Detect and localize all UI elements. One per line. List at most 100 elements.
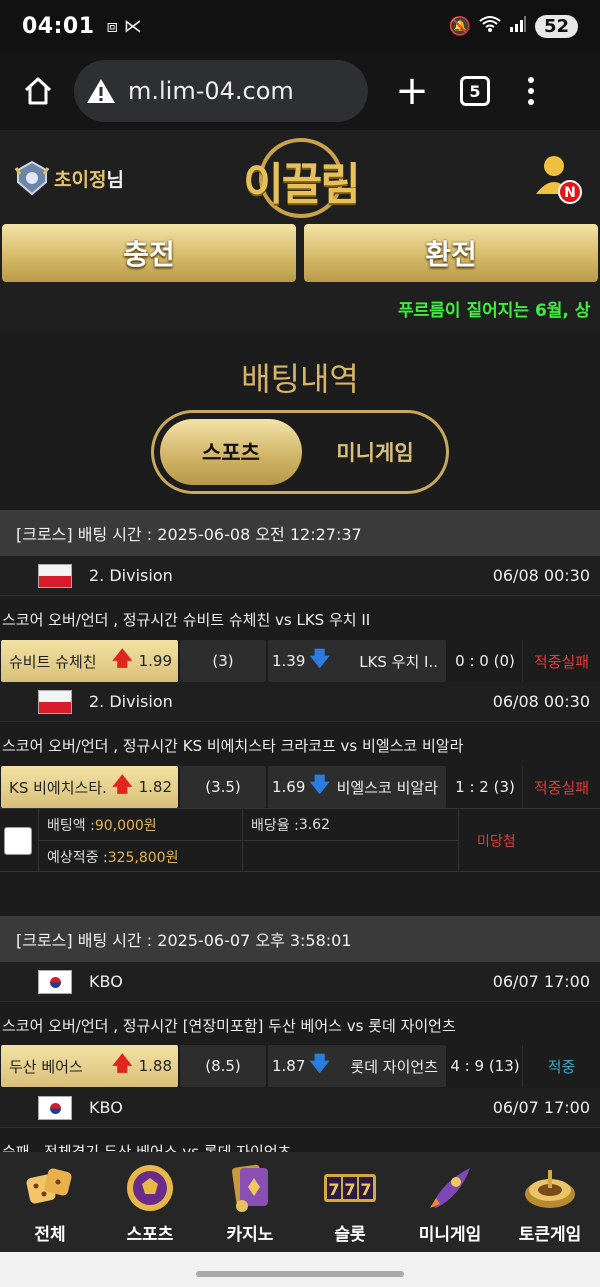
match-date: 06/08 00:30 xyxy=(492,692,590,711)
home-team: KS 비에치스타.. xyxy=(9,778,109,797)
away-odds-cell: 1.69 🡇 비엘스코 비알라 xyxy=(268,766,446,808)
exchange-button[interactable]: 환전 xyxy=(304,224,598,282)
url-text: m.lim-04.com xyxy=(128,77,294,105)
nav-sports[interactable]: 스포츠 xyxy=(100,1152,200,1252)
match-date: 06/08 00:30 xyxy=(492,566,590,585)
warning-icon xyxy=(87,79,115,103)
home-odds-cell: 두산 베어스 🡅 1.88 xyxy=(1,1045,178,1087)
wifi-icon xyxy=(479,15,501,38)
home-icon xyxy=(24,77,52,105)
bet-header: [크로스] 배팅 시간 : 2025-06-08 오전 12:27:37 xyxy=(0,510,600,556)
down-arrow-icon: 🡇 xyxy=(309,1051,330,1075)
result-cell: 적중 xyxy=(522,1045,600,1087)
away-team: 비엘스코 비알라 xyxy=(336,778,438,797)
nav-all[interactable]: 전체 xyxy=(0,1152,100,1252)
home-team: 두산 베어스 xyxy=(9,1057,83,1076)
browser-toolbar: m.lim-04.com + 5 xyxy=(0,52,600,130)
odds-label: 배당율 : xyxy=(251,817,299,834)
page-title: 배팅내역 xyxy=(241,360,359,398)
poland-flag-icon xyxy=(38,564,72,588)
league-row: 2. Division 06/08 00:30 xyxy=(0,682,600,722)
nav-label: 슬롯 xyxy=(334,1225,366,1245)
home-button[interactable] xyxy=(16,69,60,113)
status-right-icons: 🔕 52 xyxy=(448,14,578,38)
bet-header: [크로스] 배팅 시간 : 2025-06-07 오후 3:58:01 xyxy=(0,916,600,962)
svg-text:7: 7 xyxy=(360,1180,371,1199)
nav-casino[interactable]: 카지노 xyxy=(200,1152,300,1252)
match-title: 스코어 오버/언더 , 정규시간 [연장미포함] 두산 베어스 vs 롯데 자이… xyxy=(0,1006,600,1044)
bet-amount-value: 90,000원 xyxy=(94,817,157,834)
nav-minigame[interactable]: 미니게임 xyxy=(400,1152,500,1252)
bottom-nav: 전체 스포츠 카지노 777 슬롯 미니게임 토큰게임 xyxy=(0,1152,600,1252)
line-cell: (3) xyxy=(180,640,266,682)
mute-icon: 🔕 xyxy=(448,15,471,37)
match-date: 06/07 17:00 xyxy=(492,972,590,991)
battery-indicator: 52 xyxy=(534,14,578,38)
tab-minigame[interactable]: 미니게임 xyxy=(304,419,446,485)
user-name: 초이정 xyxy=(54,168,107,191)
bet-amount-label: 배팅액 : xyxy=(47,817,95,834)
status-bar: 04:01 ⧈ ⋉ 🔕 52 xyxy=(0,0,600,52)
away-odd: 1.69 xyxy=(272,778,306,796)
down-arrow-icon: 🡇 xyxy=(309,646,330,670)
roulette-icon xyxy=(525,1170,575,1208)
new-tab-button[interactable]: + xyxy=(392,71,432,111)
korea-flag-icon xyxy=(38,1096,72,1120)
svg-text:7: 7 xyxy=(344,1180,355,1199)
empty-cell xyxy=(242,841,458,873)
expected-value: 325,800원 xyxy=(107,849,179,866)
svg-text:7: 7 xyxy=(328,1180,339,1199)
logo-text: 이끌림 xyxy=(243,159,360,210)
profile-button[interactable]: N xyxy=(530,150,586,206)
status-time: 04:01 xyxy=(22,13,95,39)
nav-token-game[interactable]: 토큰게임 xyxy=(500,1152,600,1252)
league-row: 2. Division 06/08 00:30 xyxy=(0,556,600,596)
away-team: 롯데 자이언츠 xyxy=(350,1057,438,1076)
league-name: KBO xyxy=(89,972,123,991)
away-odd: 1.39 xyxy=(272,652,306,670)
home-odd: 1.99 xyxy=(138,652,172,670)
notification-badge: N xyxy=(564,185,576,201)
nav-label: 스포츠 xyxy=(126,1225,174,1245)
home-team: 슈비트 슈체친 xyxy=(9,652,97,671)
summary-grid: 배팅액 : 90,000원 배당율 : 3.62 예상적중 : 325,800원… xyxy=(38,809,600,873)
nav-slot[interactable]: 777 슬롯 xyxy=(300,1152,400,1252)
site-logo[interactable]: 이끌림 xyxy=(242,134,361,218)
home-odds-cell: KS 비에치스타.. 🡅 1.82 xyxy=(1,766,178,808)
user-suffix: 님 xyxy=(106,168,124,191)
away-odds-cell: 1.87 🡇 롯데 자이언츠 xyxy=(268,1045,446,1087)
dice-icon xyxy=(26,1168,72,1204)
poland-flag-icon xyxy=(38,690,72,714)
odds-row: KS 비에치스타.. 🡅 1.82 (3.5) 1.69 🡇 비엘스코 비알라 … xyxy=(0,766,600,808)
nav-label: 미니게임 xyxy=(418,1225,482,1245)
rocket-icon xyxy=(430,1168,470,1208)
bet-odds: 배당율 : 3.62 xyxy=(242,809,458,841)
bet-summary: 배팅액 : 90,000원 배당율 : 3.62 예상적중 : 325,800원… xyxy=(0,808,600,873)
away-team: LKS 우치 I.. xyxy=(359,652,438,671)
slot-777-icon: 777 xyxy=(324,1174,376,1202)
score-cell: 4 : 9 (13) xyxy=(448,1045,522,1087)
tab-sports[interactable]: 스포츠 xyxy=(160,419,302,485)
league-name: 2. Division xyxy=(89,566,173,585)
up-arrow-icon: 🡅 xyxy=(112,646,133,670)
odds-row: 슈비트 슈체친 🡅 1.99 (3) 1.39 🡇 LKS 우치 I.. 0 :… xyxy=(0,640,600,682)
bet-status: 미당첨 xyxy=(458,809,600,873)
browser-menu-button[interactable] xyxy=(528,77,534,105)
soccer-ball-icon xyxy=(127,1165,173,1211)
user-info[interactable]: 초이정님 xyxy=(14,160,124,196)
tab-switcher-button[interactable]: 5 xyxy=(460,76,490,106)
korea-flag-icon xyxy=(38,970,72,994)
select-checkbox[interactable] xyxy=(4,827,32,855)
category-toggle: 스포츠 미니게임 xyxy=(151,410,449,494)
result-cell: 적중실패 xyxy=(522,766,600,808)
cards-icon xyxy=(232,1164,268,1212)
expected-win: 예상적중 : 325,800원 xyxy=(38,841,242,873)
down-arrow-icon: 🡇 xyxy=(309,772,330,796)
odds-value: 3.62 xyxy=(298,816,330,833)
charge-button[interactable]: 충전 xyxy=(2,224,296,282)
home-odds-cell: 슈비트 슈체친 🡅 1.99 xyxy=(1,640,178,682)
result-cell: 적중실패 xyxy=(522,640,600,682)
action-row: 충전 환전 xyxy=(0,222,600,286)
home-gesture-handle[interactable] xyxy=(196,1271,404,1277)
address-bar[interactable]: m.lim-04.com xyxy=(74,60,368,122)
